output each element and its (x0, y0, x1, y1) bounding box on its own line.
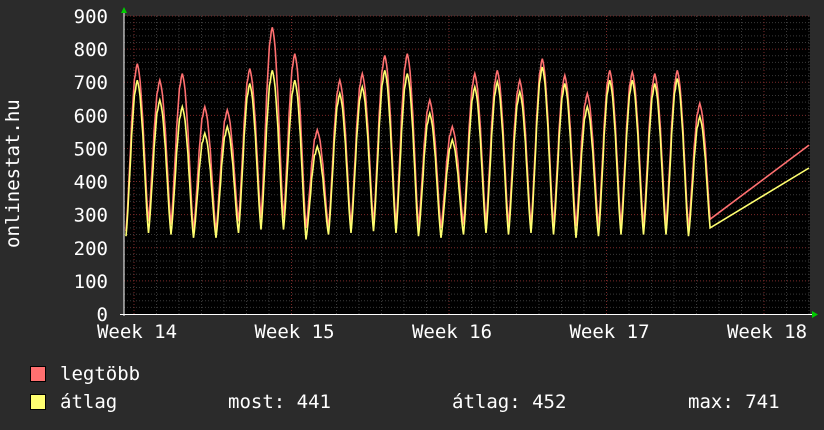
y-tick-label: 800 (74, 39, 108, 61)
y-tick-label: 100 (74, 271, 108, 293)
stat-current: most: 441 (228, 391, 331, 413)
x-tick-label: Week 14 (97, 321, 177, 343)
y-tick-labels: 0100200300400500600700800900 (74, 6, 108, 326)
y-tick-label: 600 (74, 105, 108, 127)
x-tick-label: Week 18 (727, 321, 807, 343)
y-axis-label: onlinestat.hu (2, 99, 24, 248)
x-tick-labels: Week 14 Week 15 Week 16 Week 17 Week 18 (97, 321, 807, 343)
legend-item-avg: átlag most: 441 átlag: 452 max: 741 (30, 391, 820, 413)
stat-average: átlag: 452 (452, 391, 567, 413)
x-tick-label: Week 15 (254, 321, 334, 343)
stat-max: max: 741 (688, 391, 780, 413)
legend-label-atlag: átlag (60, 391, 118, 413)
y-tick-label: 900 (74, 6, 108, 28)
y-axis-arrow (121, 7, 127, 13)
y-tick-label: 200 (74, 238, 108, 260)
y-tick-label: 400 (74, 172, 108, 194)
y-tick-label: 300 (74, 205, 108, 227)
x-tick-label: Week 17 (569, 321, 649, 343)
x-axis-arrow (812, 311, 818, 318)
legend-swatch-legtobb (30, 366, 46, 382)
y-tick-label: 700 (74, 72, 108, 94)
legend-label-legtobb: legtöbb (60, 363, 141, 385)
x-tick-label: Week 16 (412, 321, 492, 343)
y-tick-label: 500 (74, 138, 108, 160)
legend-swatch-atlag (30, 394, 46, 410)
